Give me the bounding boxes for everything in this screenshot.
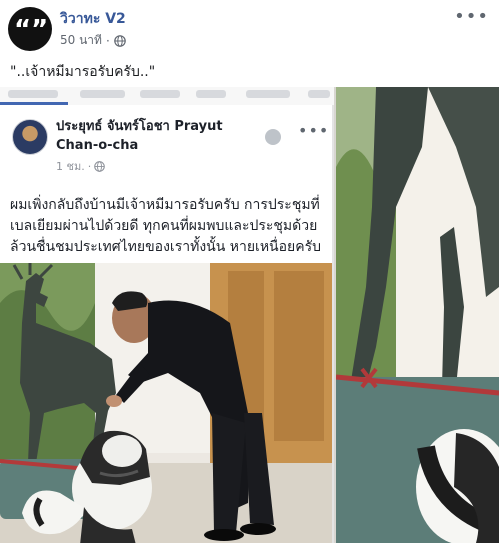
blurred-tab (246, 90, 290, 98)
blurred-tab (8, 90, 58, 98)
post-timestamp[interactable]: 50 นาที (60, 31, 102, 50)
post-meta: 50 นาที · (60, 31, 126, 50)
blurred-tab (80, 90, 125, 98)
meta-separator: · (105, 33, 110, 48)
blurred-tab (196, 90, 226, 98)
edit-icon (265, 129, 281, 145)
globe-icon (113, 34, 126, 47)
shared-post-header: ประยุทธ์ จันทร์โอชา Prayut Chan-o-cha 1 … (0, 105, 332, 177)
post-header: “” วิวาทะ V2 50 นาที · ••• (0, 0, 499, 58)
shared-post-meta: 1 ชม. · (56, 157, 106, 175)
blurred-tab (140, 90, 180, 98)
post-more-button[interactable]: ••• (454, 6, 489, 27)
page-name-link[interactable]: วิวาทะ V2 (60, 8, 126, 30)
blurred-tab (308, 90, 330, 98)
shared-post-card: ประยุทธ์ จันทร์โอชา Prayut Chan-o-cha 1 … (0, 105, 334, 543)
post-text: "..เจ้าหมีมารอรับครับ.." (10, 64, 156, 80)
more-dots-icon: ••• (298, 121, 330, 140)
shared-author-name: ประยุทธ์ จันทร์โอชา Prayut Chan-o-cha (56, 119, 223, 153)
shared-author-avatar (12, 119, 48, 155)
shared-photo (0, 263, 332, 543)
svg-text:“”: “” (14, 19, 47, 39)
shared-meta-separator: · (87, 159, 92, 173)
shared-post-time: 1 ชม. (56, 160, 85, 173)
quote-logo-icon: “” (14, 19, 47, 39)
shared-post-caption: ผมเพิ่งกลับถึงบ้านมีเจ้าหมีมารอรับครับ ก… (10, 197, 322, 255)
zoomed-photo-illustration (336, 87, 499, 543)
shared-photo-illustration (0, 263, 332, 543)
globe-icon (94, 160, 106, 172)
zoomed-photo (336, 87, 499, 543)
post-photo[interactable]: ประยุทธ์ จันทร์โอชา Prayut Chan-o-cha 1 … (0, 87, 499, 543)
screenshot-tab-strip (0, 87, 334, 105)
page-avatar[interactable]: “” (8, 7, 52, 51)
